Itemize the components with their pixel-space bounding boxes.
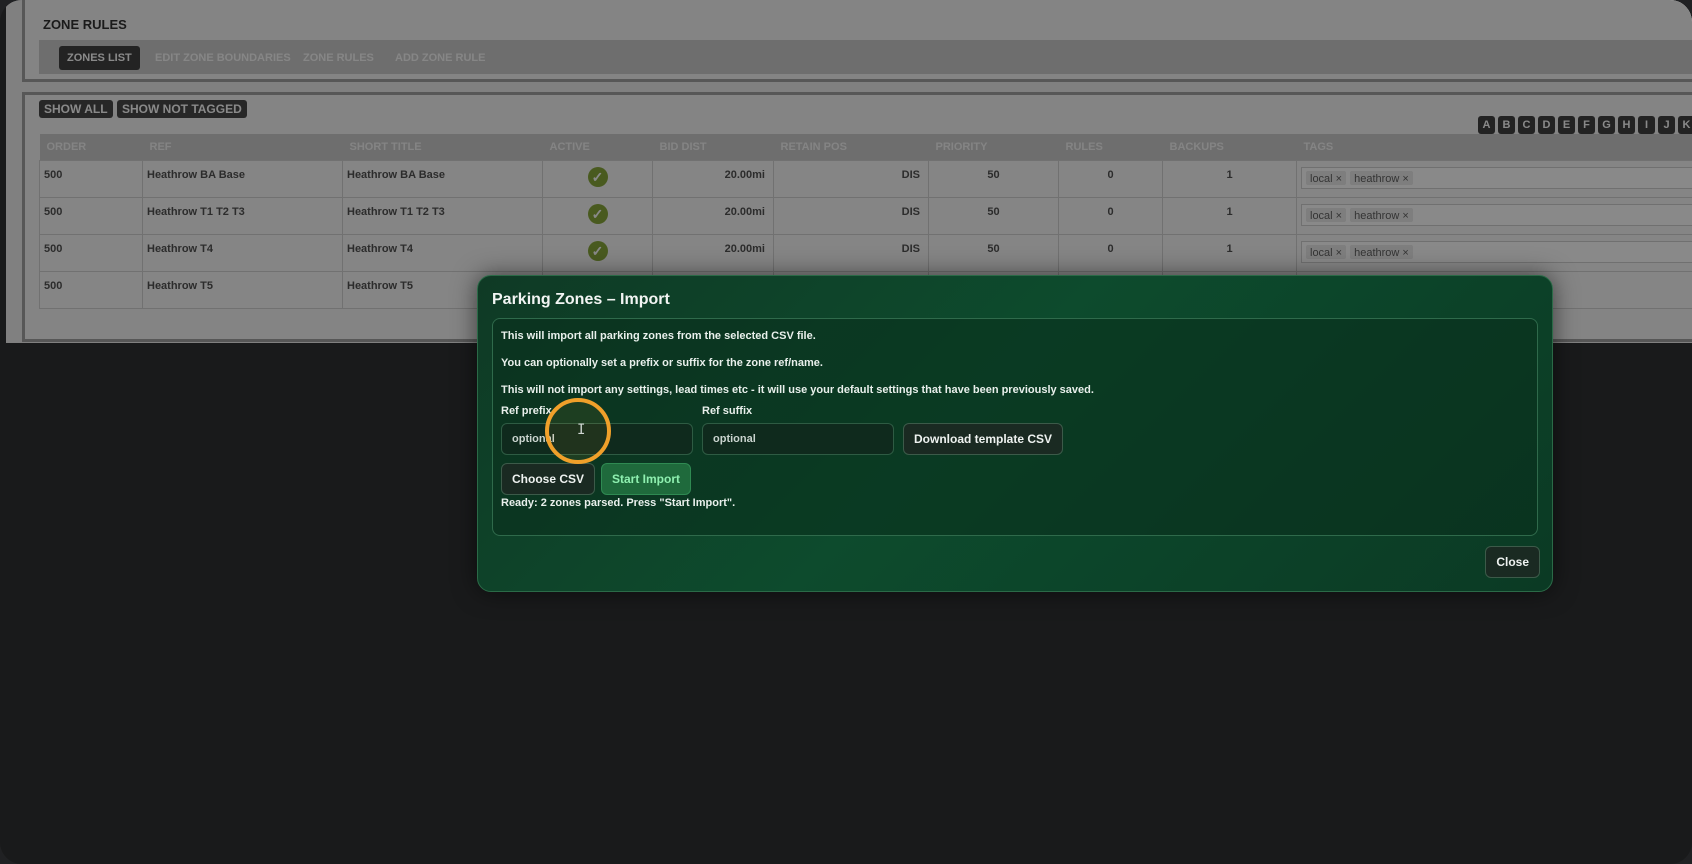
tag-chip[interactable]: heathrow × xyxy=(1350,208,1413,222)
tag-chip[interactable]: heathrow × xyxy=(1350,245,1413,259)
tab-edit-zone-boundaries[interactable]: EDIT ZONE BOUNDARIES xyxy=(155,46,291,70)
subnav-tabs: ZONES LIST EDIT ZONE BOUNDARIES ZONE RUL… xyxy=(39,40,1692,74)
choose-csv-button[interactable]: Choose CSV xyxy=(501,463,596,495)
cell-short-title: Heathrow T1 T2 T3 xyxy=(342,197,543,235)
tag-chip[interactable]: local × xyxy=(1306,208,1347,222)
cell-bid-dist: 20.00mi xyxy=(652,234,774,272)
cell-backups: 1 xyxy=(1162,160,1297,198)
cell-rules: 0 xyxy=(1058,160,1163,198)
column-backups[interactable]: BACKUPS xyxy=(1162,134,1297,161)
cell-order: 500 xyxy=(39,271,143,309)
cell-active: ✓ xyxy=(542,160,653,198)
import-status: Ready: 2 zones parsed. Press "Start Impo… xyxy=(501,497,736,509)
cell-backups: 1 xyxy=(1162,234,1297,272)
cell-active: ✓ xyxy=(542,197,653,235)
cell-ref: Heathrow T5 xyxy=(142,271,343,309)
column-tags[interactable]: TAGS xyxy=(1296,134,1692,161)
ref-suffix-label: Ref suffix xyxy=(702,405,753,417)
cell-tags: local × heathrow × xyxy=(1296,197,1692,235)
cell-rules: 0 xyxy=(1058,234,1163,272)
alpha-filter-g[interactable]: G xyxy=(1598,116,1615,134)
ref-prefix-label: Ref prefix xyxy=(501,405,552,417)
download-template-button[interactable]: Download template CSV xyxy=(903,423,1064,455)
info-line-2: You can optionally set a prefix or suffi… xyxy=(501,357,823,369)
check-icon[interactable]: ✓ xyxy=(587,167,608,187)
tab-zone-rules[interactable]: ZONE RULES xyxy=(303,46,374,70)
column-short-title[interactable]: SHORT TITLE xyxy=(342,134,543,161)
table-row[interactable]: 500 Heathrow T4 Heathrow T4 ✓ 20.00mi DIS 50 0 1… xyxy=(39,234,1692,272)
cell-ref: Heathrow T4 xyxy=(142,234,343,272)
page-title: ZONE RULES xyxy=(43,17,127,32)
start-import-button[interactable]: Start Import xyxy=(601,463,692,495)
zone-rules-header-panel: ZONE RULES ZONES LIST EDIT ZONE BOUNDARI… xyxy=(22,0,1692,82)
check-icon[interactable]: ✓ xyxy=(587,241,608,261)
alpha-filter-j[interactable]: J xyxy=(1658,116,1675,134)
app-window: ZONE RULES ZONES LIST EDIT ZONE BOUNDARI… xyxy=(0,0,1692,864)
cell-active: ✓ xyxy=(542,234,653,272)
alpha-filter-d[interactable]: D xyxy=(1538,116,1555,134)
cell-short-title: Heathrow T4 xyxy=(342,234,543,272)
cell-priority: 50 xyxy=(928,234,1059,272)
column-ref[interactable]: REF xyxy=(142,134,343,161)
cell-priority: 50 xyxy=(928,160,1059,198)
tags-input[interactable]: local × heathrow × xyxy=(1301,204,1692,226)
cell-priority: 50 xyxy=(928,197,1059,235)
alpha-filter-b[interactable]: B xyxy=(1498,116,1515,134)
cell-tags: local × heathrow × xyxy=(1296,160,1692,198)
tag-chip[interactable]: heathrow × xyxy=(1350,171,1413,185)
check-icon[interactable]: ✓ xyxy=(587,204,608,224)
cell-order: 500 xyxy=(39,197,143,235)
column-priority[interactable]: PRIORITY xyxy=(928,134,1059,161)
column-order[interactable]: ORDER xyxy=(39,134,143,161)
table-row[interactable]: 500 Heathrow BA Base Heathrow BA Base ✓ 20.0… xyxy=(39,160,1692,198)
alpha-filter-c[interactable]: C xyxy=(1518,116,1535,134)
tab-zones-list[interactable]: ZONES LIST xyxy=(59,46,140,70)
tag-chip[interactable]: local × xyxy=(1306,245,1347,259)
column-rules[interactable]: RULES xyxy=(1058,134,1163,161)
column-active[interactable]: ACTIVE xyxy=(542,134,653,161)
alphabet-filter: ABCDEFGHIJK xyxy=(1478,116,1692,134)
info-line-3: This will not import any settings, lead … xyxy=(501,384,1094,396)
close-button[interactable]: Close xyxy=(1485,546,1540,578)
alpha-filter-e[interactable]: E xyxy=(1558,116,1575,134)
cell-short-title: Heathrow BA Base xyxy=(342,160,543,198)
cell-ref: Heathrow BA Base xyxy=(142,160,343,198)
tab-add-zone-rule[interactable]: ADD ZONE RULE xyxy=(395,46,485,70)
cell-ref: Heathrow T1 T2 T3 xyxy=(142,197,343,235)
alpha-filter-h[interactable]: H xyxy=(1618,116,1635,134)
import-modal: Parking Zones – Import This will import … xyxy=(477,275,1553,592)
cell-retain-pos: DIS xyxy=(773,234,929,272)
modal-title: Parking Zones – Import xyxy=(492,291,670,308)
modal-body: This will import all parking zones from … xyxy=(492,318,1538,536)
tags-input[interactable]: local × heathrow × xyxy=(1301,241,1692,263)
show-all-button[interactable]: SHOW ALL xyxy=(39,100,113,118)
cell-retain-pos: DIS xyxy=(773,197,929,235)
cell-order: 500 xyxy=(39,160,143,198)
cell-retain-pos: DIS xyxy=(773,160,929,198)
ref-suffix-input[interactable] xyxy=(702,423,894,455)
cell-backups: 1 xyxy=(1162,197,1297,235)
alpha-filter-f[interactable]: F xyxy=(1578,116,1595,134)
text-cursor-icon: I xyxy=(577,422,586,438)
show-not-tagged-button[interactable]: SHOW NOT TAGGED xyxy=(117,100,247,118)
cell-bid-dist: 20.00mi xyxy=(652,160,774,198)
cell-bid-dist: 20.00mi xyxy=(652,197,774,235)
table-row[interactable]: 500 Heathrow T1 T2 T3 Heathrow T1 T2 T3 ✓ 20… xyxy=(39,197,1692,235)
cell-rules: 0 xyxy=(1058,197,1163,235)
alpha-filter-k[interactable]: K xyxy=(1678,116,1692,134)
tag-chip[interactable]: local × xyxy=(1306,171,1347,185)
alpha-filter-i[interactable]: I xyxy=(1638,116,1655,134)
alpha-filter-a[interactable]: A xyxy=(1478,116,1495,134)
table-header-row: ORDER REF SHORT TITLE ACTIVE BID DIST RE… xyxy=(39,134,1692,161)
cell-order: 500 xyxy=(39,234,143,272)
tags-input[interactable]: local × heathrow × xyxy=(1301,167,1692,189)
cell-tags: local × heathrow × xyxy=(1296,234,1692,272)
column-bid-dist[interactable]: BID DIST xyxy=(652,134,774,161)
info-line-1: This will import all parking zones from … xyxy=(501,330,816,342)
column-retain-pos[interactable]: RETAIN POS xyxy=(773,134,929,161)
